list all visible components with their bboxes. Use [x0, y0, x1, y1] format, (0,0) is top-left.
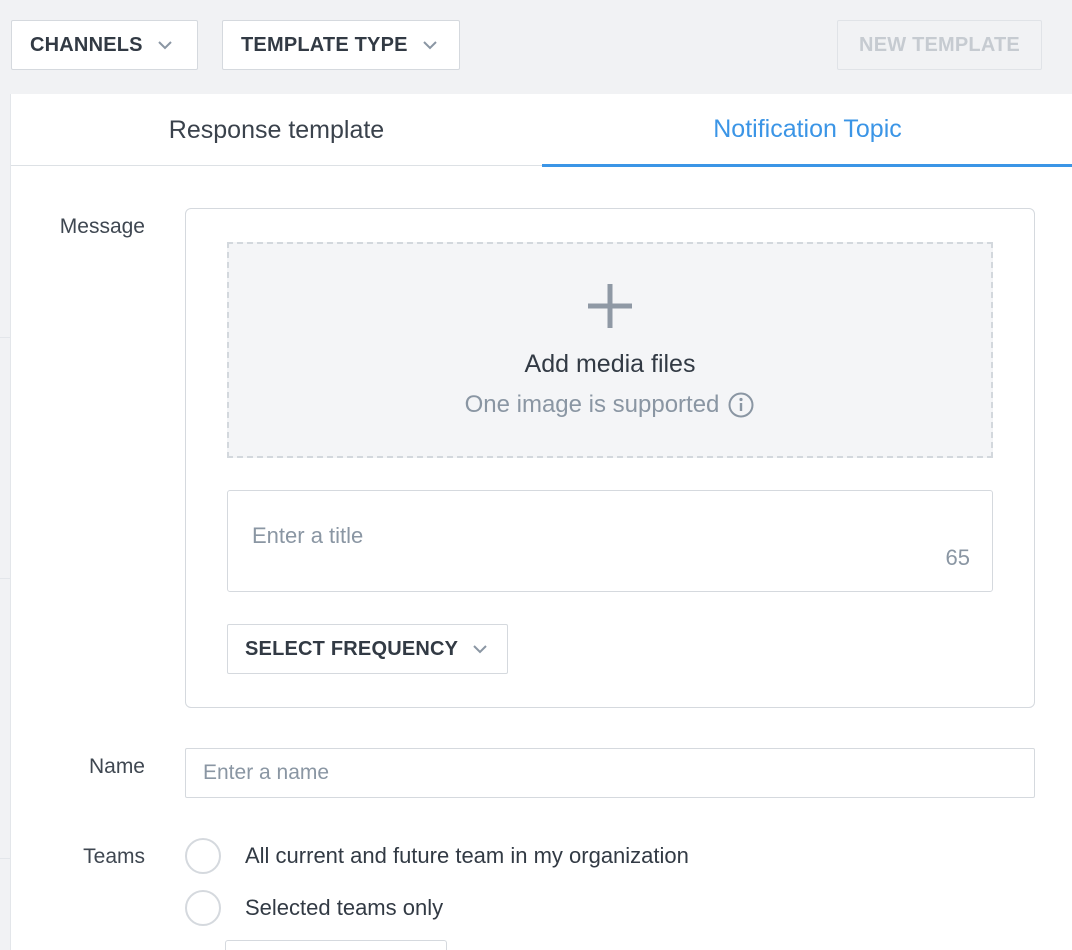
channels-dropdown-label: CHANNELS — [30, 33, 143, 56]
title-input[interactable] — [228, 491, 992, 561]
divider — [0, 858, 10, 859]
message-label: Message — [59, 215, 145, 238]
tab-bar: Response template Notification Topic — [11, 94, 1072, 167]
media-drop-zone[interactable]: Add media files One image is supported — [227, 242, 993, 458]
tab-response-template[interactable]: Response template — [11, 94, 542, 166]
radio-selected-teams[interactable]: Selected teams only — [185, 890, 443, 926]
chevron-down-icon — [470, 639, 490, 659]
new-template-button[interactable]: NEW TEMPLATE — [837, 20, 1042, 70]
title-char-count: 65 — [945, 545, 970, 570]
template-type-dropdown-label: TEMPLATE TYPE — [241, 33, 408, 56]
tab-notification-topic[interactable]: Notification Topic — [542, 94, 1072, 167]
radio-selected-teams-label: Selected teams only — [245, 895, 444, 920]
toolbar: CHANNELS TEMPLATE TYPE NEW TEMPLATE — [0, 0, 1072, 94]
name-input[interactable] — [185, 748, 1035, 798]
template-type-dropdown[interactable]: TEMPLATE TYPE — [222, 20, 460, 70]
template-editor-panel: Response template Notification Topic Mes… — [10, 94, 1072, 950]
plus-icon — [584, 280, 636, 332]
divider — [0, 578, 10, 579]
divider — [0, 337, 10, 338]
info-icon[interactable] — [727, 391, 755, 419]
radio-all-teams-label: All current and future team in my organi… — [245, 843, 689, 868]
left-strip — [0, 94, 10, 950]
chevron-down-icon — [420, 35, 440, 55]
chevron-down-icon — [155, 35, 175, 55]
teams-label: Teams — [83, 845, 145, 868]
radio-all-teams[interactable]: All current and future team in my organi… — [185, 838, 689, 874]
name-label: Name — [88, 755, 145, 778]
select-frequency-label: SELECT FREQUENCY — [245, 637, 459, 660]
radio-button[interactable] — [185, 890, 221, 926]
media-support-text: One image is supported — [464, 391, 720, 418]
channels-dropdown[interactable]: CHANNELS — [11, 20, 198, 70]
media-drop-title: Add media files — [524, 350, 696, 378]
title-input-box: 65 — [227, 490, 993, 592]
radio-button[interactable] — [185, 838, 221, 874]
message-box: Add media files One image is supported 6… — [185, 208, 1035, 708]
select-frequency-dropdown[interactable]: SELECT FREQUENCY — [227, 624, 508, 674]
media-drop-subtitle: One image is supported — [465, 391, 756, 419]
team-selector[interactable] — [225, 940, 447, 950]
